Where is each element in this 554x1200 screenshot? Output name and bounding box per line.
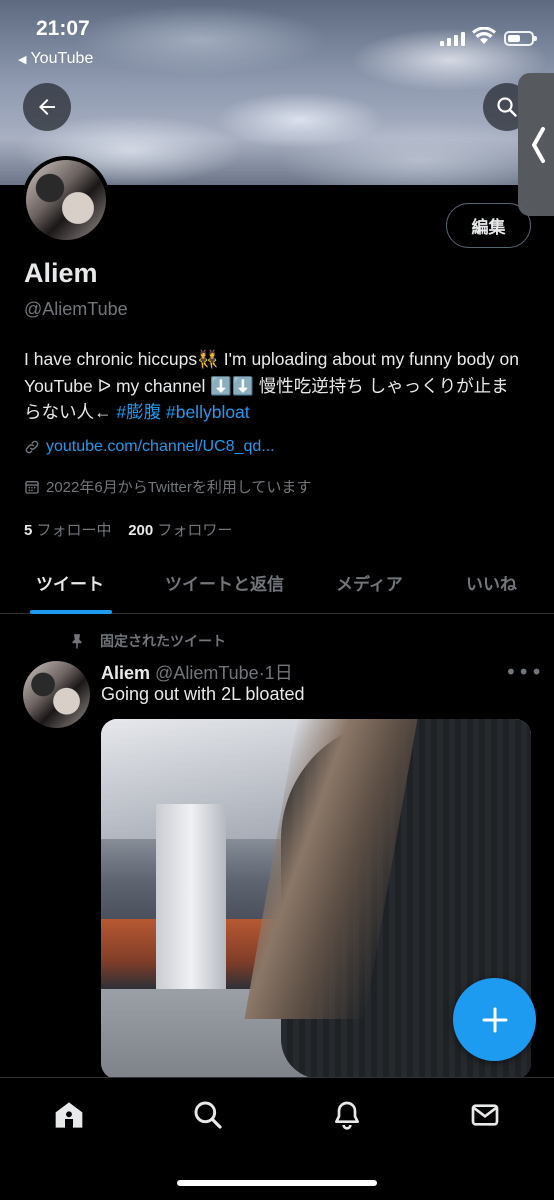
followers-count: 200: [128, 522, 154, 539]
joined-date: 2022年6月からTwitterを利用しています: [46, 479, 312, 496]
slide-over-handle[interactable]: [518, 73, 554, 216]
bio-hashtag-link[interactable]: #bellybloat: [166, 402, 250, 422]
bell-icon: [335, 1101, 359, 1130]
tab-tweets-and-replies[interactable]: ツイートと返信: [165, 570, 284, 595]
home-icon: [55, 1102, 83, 1128]
profile-joined: 2022年6月からTwitterを利用しています: [24, 476, 311, 497]
followers-label: フォロワー: [157, 522, 233, 539]
back-app-label: YouTube: [30, 50, 94, 67]
nav-home[interactable]: [52, 1098, 86, 1132]
home-indicator[interactable]: [177, 1180, 377, 1186]
search-icon: [497, 97, 517, 117]
following-label: フォロー中: [36, 522, 112, 539]
active-tab-indicator: [30, 610, 112, 614]
arrow-left-icon: [39, 99, 55, 115]
pin-icon: [72, 634, 82, 649]
followers-link[interactable]: 200 フォロワー: [128, 522, 232, 539]
following-link[interactable]: 5 フォロー中: [24, 522, 112, 539]
tab-media[interactable]: メディア: [336, 570, 403, 595]
tab-likes[interactable]: いいね: [466, 570, 517, 595]
profile-bio: I have chronic hiccups👯 I'm uploading ab…: [24, 346, 524, 426]
follow-stats: 5 フォロー中 200 フォロワー: [24, 519, 232, 540]
status-bar: 21:07 ◀ YouTube: [0, 0, 554, 75]
status-time: 21:07: [36, 17, 90, 40]
plus-icon: [482, 1007, 507, 1032]
nav-search[interactable]: [191, 1098, 225, 1132]
profile-avatar[interactable]: [22, 156, 110, 244]
wifi-icon: [472, 26, 496, 49]
more-options-icon[interactable]: •••: [505, 660, 543, 684]
tweet-header: Aliem @AliemTube·1日: [101, 659, 293, 685]
signal-icon: [440, 30, 465, 46]
back-triangle-icon: ◀: [18, 54, 27, 66]
tweet-author-handle: @AliemTube: [155, 663, 259, 683]
tweet-avatar[interactable]: [23, 661, 90, 728]
back-button[interactable]: [23, 83, 71, 131]
edit-profile-button[interactable]: 編集: [446, 203, 531, 248]
following-count: 5: [24, 522, 33, 539]
profile-name: Aliem: [24, 258, 98, 288]
tweet-text: Going out with 2L bloated: [101, 684, 305, 704]
mail-icon: [471, 1104, 499, 1126]
back-to-app-link[interactable]: ◀ YouTube: [18, 50, 93, 68]
profile-tabs: ツイート ツイートと返信 メディア いいね: [0, 556, 554, 614]
bio-text: I have chronic hiccups👯 I'm uploading ab…: [24, 349, 519, 422]
chevron-left-icon: [532, 126, 545, 163]
link-icon: [25, 440, 39, 454]
compose-tweet-button[interactable]: [453, 978, 536, 1061]
nav-notifications[interactable]: [330, 1098, 364, 1132]
profile-website[interactable]: youtube.com/channel/UC8_qd...: [24, 438, 275, 456]
tweet-time: ·1日: [258, 663, 293, 683]
bio-hashtag-link[interactable]: #膨腹: [116, 402, 161, 422]
nav-messages[interactable]: [468, 1098, 502, 1132]
pinned-tweet-label: 固定されたツイート: [68, 631, 226, 651]
profile-website-link[interactable]: youtube.com/channel/UC8_qd...: [46, 438, 275, 456]
pinned-text: 固定されたツイート: [100, 634, 226, 650]
search-icon: [194, 1101, 222, 1129]
tweet-author-name[interactable]: Aliem: [101, 663, 150, 683]
profile-handle: @AliemTube: [24, 299, 128, 319]
calendar-icon: [25, 480, 39, 494]
battery-icon: [504, 31, 537, 46]
tab-tweets[interactable]: ツイート: [36, 570, 104, 595]
